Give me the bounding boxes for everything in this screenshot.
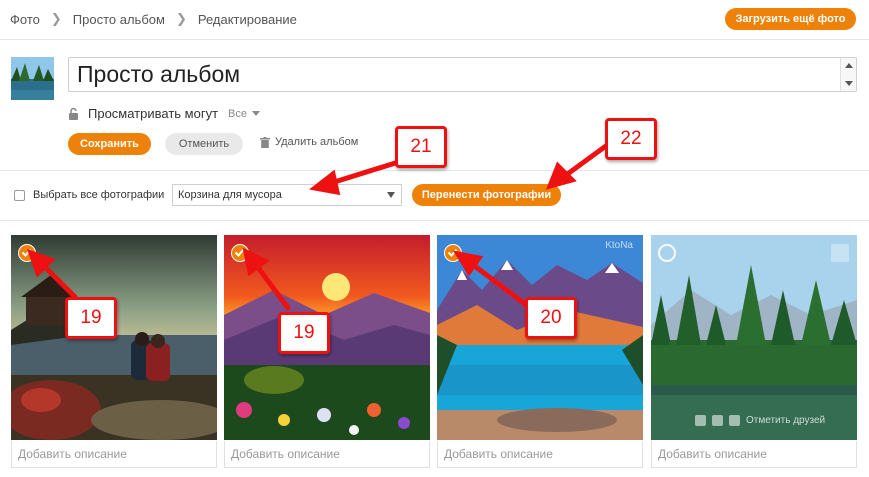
callout-19: 19 (278, 312, 330, 354)
selected-check-icon[interactable] (18, 244, 36, 262)
photo-description-field[interactable]: Добавить описание (651, 441, 857, 468)
selected-check-icon[interactable] (231, 244, 249, 262)
crop-icon[interactable] (712, 415, 723, 426)
breadcrumb-photos[interactable]: Фото (10, 12, 40, 27)
delete-album-link[interactable]: Удалить альбом (260, 136, 358, 148)
upload-more-button[interactable]: Загрузить ещё фото (725, 8, 856, 30)
chevron-right-icon: ❯ (50, 11, 62, 26)
scroll-down-icon[interactable] (845, 81, 853, 86)
tag-friends-link[interactable]: Отметить друзей (746, 415, 825, 426)
photo-description-field[interactable]: Добавить описание (224, 441, 430, 468)
breadcrumb: Фото ❯ Просто альбом ❯ Редактирование (10, 11, 297, 27)
breadcrumb-album[interactable]: Просто альбом (73, 12, 165, 27)
lock-icon (69, 107, 78, 120)
dropdown-arrow-icon (387, 192, 395, 198)
photo-description-field[interactable]: Добавить описание (11, 441, 217, 468)
trash-icon (260, 136, 270, 148)
privacy-value-dropdown[interactable]: Все (228, 108, 247, 120)
expand-icon[interactable] (831, 244, 849, 262)
divider (0, 170, 869, 171)
privacy-label: Просматривать могут (88, 106, 219, 121)
callout-22: 22 (605, 118, 657, 160)
chevron-right-icon: ❯ (175, 11, 187, 26)
select-all-checkbox[interactable] (14, 189, 25, 201)
select-circle-icon[interactable] (658, 244, 676, 262)
selected-check-icon[interactable] (444, 244, 462, 262)
privacy-setting: Просматривать могут Все (68, 106, 261, 121)
divider (0, 220, 869, 221)
person-icon (729, 415, 740, 426)
target-album-select[interactable]: Корзина для мусора (172, 184, 402, 206)
album-cover-thumbnail (11, 57, 54, 100)
photo-description-field[interactable]: Добавить описание (437, 441, 643, 468)
chevron-down-icon[interactable] (252, 111, 261, 116)
select-all-label: Выбрать все фотографии (33, 189, 165, 201)
photo-overlay-actions: Отметить друзей (695, 415, 825, 426)
callout-20: 20 (525, 297, 577, 339)
breadcrumb-edit: Редактирование (197, 11, 297, 27)
save-button[interactable]: Сохранить (68, 133, 151, 155)
delete-album-label: Удалить альбом (275, 136, 359, 148)
title-scrollbar[interactable] (840, 58, 856, 91)
move-photos-button[interactable]: Перенести фотографии (412, 184, 561, 206)
album-title-text: Просто альбом (77, 61, 241, 87)
rotate-icon[interactable] (695, 415, 706, 426)
cancel-button[interactable]: Отменить (165, 133, 243, 155)
album-title-input[interactable]: Просто альбом (68, 57, 857, 92)
photo-watermark: KtoNa (605, 240, 633, 251)
target-album-value: Корзина для мусора (178, 189, 282, 201)
callout-19: 19 (65, 297, 117, 339)
callout-21: 21 (395, 126, 447, 168)
top-bar: Фото ❯ Просто альбом ❯ Редактирование За… (0, 0, 869, 40)
scroll-up-icon[interactable] (845, 63, 853, 68)
photo-tile[interactable]: Отметить друзей (651, 235, 857, 440)
select-all-control[interactable]: Выбрать все фотографии (14, 189, 164, 201)
